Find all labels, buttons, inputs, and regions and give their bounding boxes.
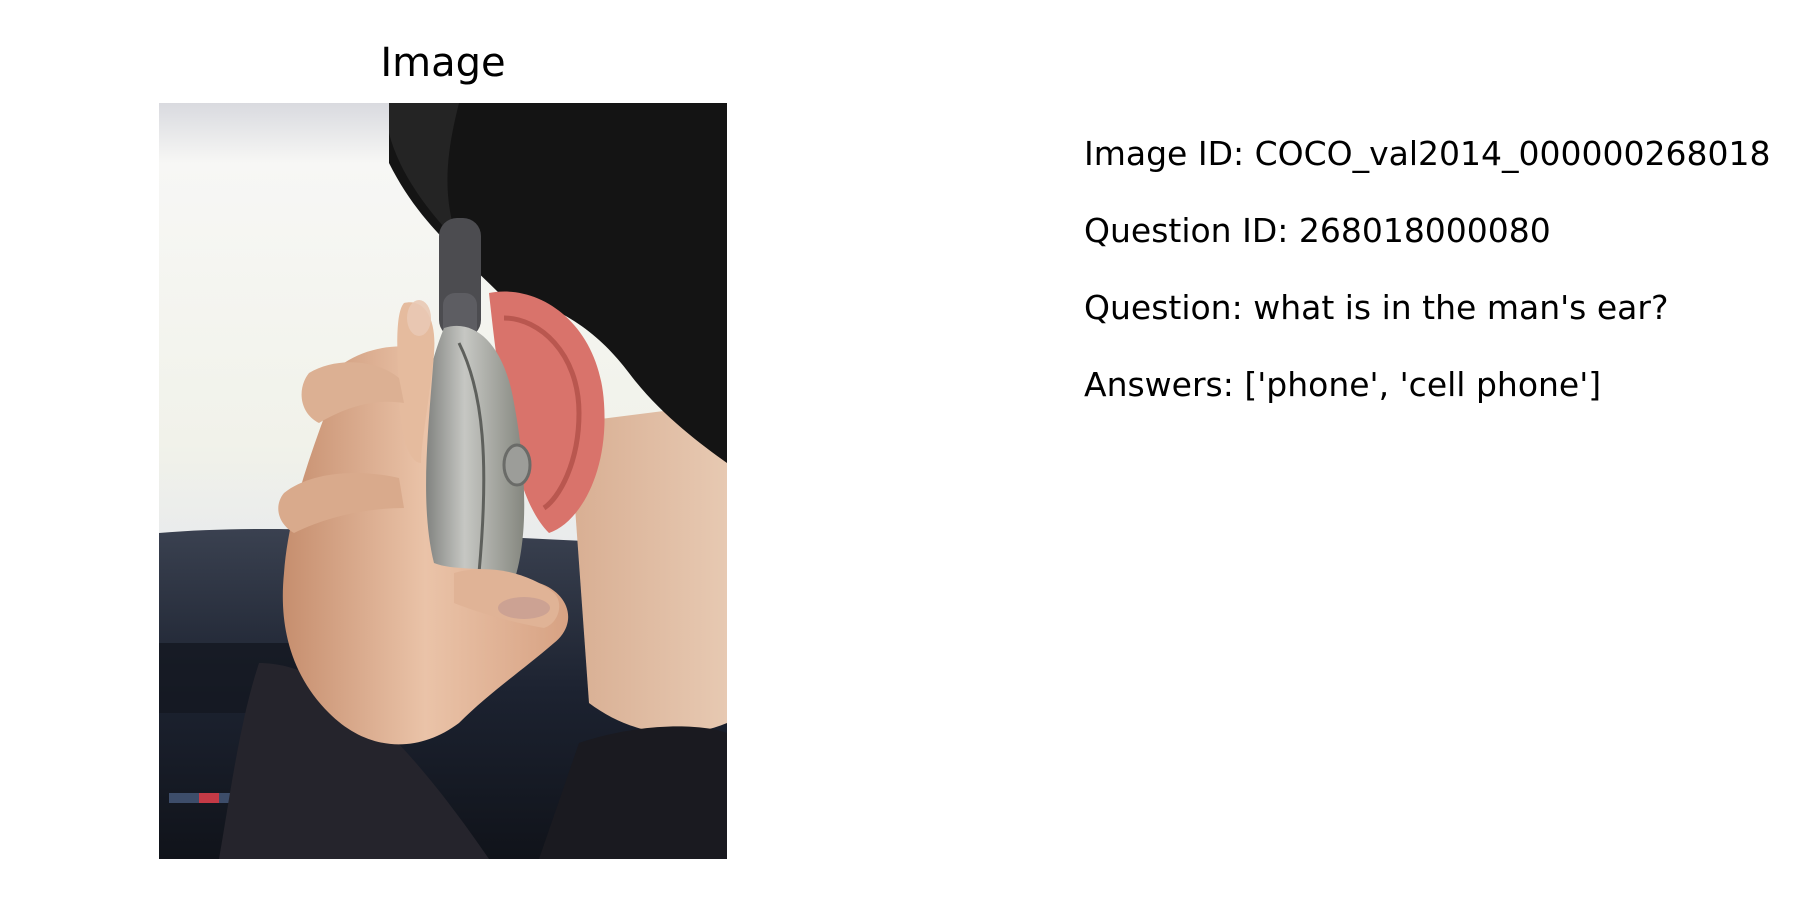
image-id-text: Image ID: COCO_val2014_000000268018 — [1084, 134, 1771, 173]
question-id-text: Question ID: 268018000080 — [1084, 211, 1551, 250]
answers-text: Answers: ['phone', 'cell phone'] — [1084, 365, 1602, 404]
question-text: Question: what is in the man's ear? — [1084, 288, 1669, 327]
vqa-photo — [159, 103, 727, 859]
image-panel-title: Image — [380, 40, 506, 86]
